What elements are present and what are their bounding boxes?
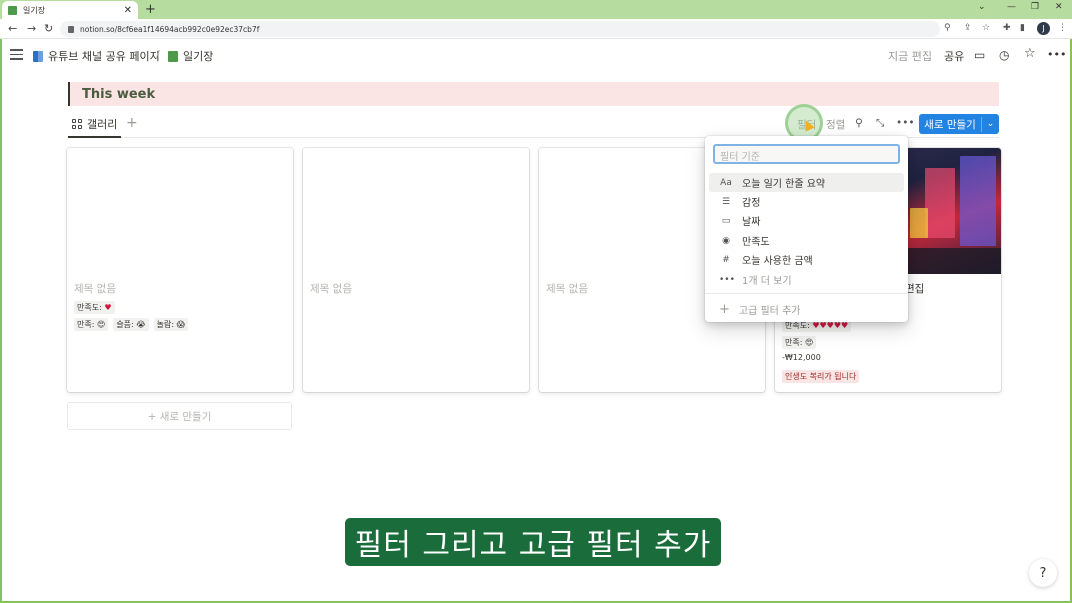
back-icon[interactable]: ← <box>8 22 17 35</box>
close-window-icon[interactable]: ✕ <box>1055 2 1063 12</box>
filter-option-label: 감정 <box>742 198 761 209</box>
lock-icon <box>68 25 74 33</box>
url-field[interactable]: notion.so/8cf6ea1f14694acb992c0e92ec37cb… <box>60 21 940 37</box>
filter-search-input[interactable]: 필터 기준 <box>713 144 900 164</box>
extensions-icon[interactable]: ✚ <box>1003 23 1011 33</box>
filter-option-satisfaction[interactable]: ◉ 만족도 <box>709 231 904 250</box>
card-summary: 인생도 복리가 됩니다 <box>782 370 860 383</box>
breadcrumb-item-diary[interactable]: 일기장 <box>168 48 213 64</box>
bookmark-star-icon[interactable]: ☆ <box>982 23 990 33</box>
satisfaction-tag: 만족도: ♥ <box>74 301 115 314</box>
notebook-icon <box>8 5 17 15</box>
close-icon[interactable]: ✕ <box>124 5 132 16</box>
more-icon: ••• <box>719 274 735 285</box>
new-card-button[interactable]: + 새로 만들기 <box>67 402 292 430</box>
callout-heading: This week <box>82 87 156 102</box>
card-emotions: 만족: 😍 슬픔: 😭 놀람: 😱 <box>74 318 188 331</box>
browser-tabstrip: 일기장 ✕ + ⌄ — ❐ ✕ <box>0 0 1072 19</box>
browser-tab[interactable]: 일기장 ✕ <box>2 1 138 19</box>
edit-now-label: 지금 편집 <box>888 50 932 63</box>
select-icon: ◉ <box>722 235 730 246</box>
browser-menu-icon[interactable]: ⋮ <box>1058 23 1067 33</box>
emotion-tag: 만족: 😍 <box>74 318 109 331</box>
reload-icon[interactable]: ↻ <box>44 22 53 35</box>
add-advanced-filter-button[interactable]: + 고급 필터 추가 <box>719 302 800 317</box>
forward-icon[interactable]: → <box>27 22 36 35</box>
breadcrumb-label: 일기장 <box>183 50 214 63</box>
breadcrumb-separator: / <box>156 48 160 61</box>
sidepanel-icon[interactable]: ▮ <box>1020 23 1025 33</box>
filter-option-label: 날짜 <box>742 217 761 228</box>
calendar-icon: ▭ <box>721 215 731 226</box>
card-emotions: 만족: 😍 <box>782 336 817 349</box>
text-property-icon: Aa <box>720 177 732 188</box>
sort-button[interactable]: 정렬 <box>826 117 845 132</box>
profile-avatar[interactable]: J <box>1037 22 1050 35</box>
filter-option-label: 1개 더 보기 <box>742 276 792 287</box>
heart-icon: ♥♥♥♥♥ <box>812 321 849 330</box>
url-text: notion.so/8cf6ea1f14694acb992c0e92ec37cb… <box>80 24 260 34</box>
chevron-down-icon[interactable]: ⌄ <box>982 119 999 129</box>
filter-option-label: 만족도 <box>742 237 770 248</box>
history-icon[interactable]: ◷ <box>999 48 1009 62</box>
zoom-icon[interactable]: ⚲ <box>944 23 951 33</box>
more-icon[interactable]: ••• <box>1047 48 1066 61</box>
breadcrumb-item-channel[interactable]: 유튜브 채널 공유 페이지 <box>33 48 160 64</box>
new-button[interactable]: 새로 만들기 ⌄ <box>919 114 999 134</box>
add-view-button[interactable]: + <box>126 115 138 131</box>
filter-option-label: 오늘 일기 한줄 요약 <box>742 179 826 190</box>
emotion-tag: 놀람: 😱 <box>153 318 188 331</box>
list-icon: ☰ <box>721 196 731 207</box>
database-view-bar: 갤러리 + 필터 정렬 ⚲ ⤡ ••• 새로 만들기 ⌄ <box>68 112 999 138</box>
video-subtitle: 필터 그리고 고급 필터 추가 <box>345 518 721 566</box>
share-page-icon[interactable]: ⇪ <box>964 23 972 33</box>
view-more-button[interactable]: ••• <box>896 117 915 129</box>
expand-icon[interactable]: ⤡ <box>876 117 884 130</box>
favorite-star-icon[interactable]: ☆ <box>1024 46 1036 61</box>
emotion-tag: 만족: 😍 <box>782 336 817 349</box>
callout-block: This week <box>68 82 999 106</box>
gallery-icon <box>72 119 82 129</box>
filter-option-label: 오늘 사용한 금액 <box>742 256 813 267</box>
card-title: 제목 없음 <box>310 283 352 295</box>
advanced-filter-label: 고급 필터 추가 <box>738 306 801 317</box>
minimize-icon[interactable]: — <box>1007 2 1016 12</box>
page-icon <box>33 50 43 62</box>
number-icon: # <box>722 254 730 265</box>
filter-option-more[interactable]: ••• 1개 더 보기 <box>709 270 904 289</box>
share-button[interactable]: 공유 <box>944 48 964 64</box>
filter-option-emotion[interactable]: ☰ 감정 <box>709 192 904 211</box>
comment-icon[interactable]: ▭ <box>974 48 985 62</box>
tab-gallery[interactable]: 갤러리 <box>68 112 122 138</box>
help-button[interactable]: ? <box>1029 559 1057 587</box>
heart-icon: ♥ <box>104 303 112 312</box>
emotion-tag: 슬픔: 😭 <box>113 318 149 331</box>
breadcrumb-label: 유튜브 채널 공유 페이지 <box>48 50 160 63</box>
card-satisfaction: 만족도: ♥ <box>74 301 115 314</box>
address-bar: ← → ↻ notion.so/8cf6ea1f14694acb992c0e92… <box>0 19 1072 39</box>
browser-tab-title: 일기장 <box>23 5 46 15</box>
card-amount: -₩12,000 <box>782 353 821 362</box>
new-button-label: 새로 만들기 <box>919 116 982 132</box>
gallery-card[interactable]: 제목 없음 <box>303 148 529 392</box>
filter-option-amount[interactable]: # 오늘 사용한 금액 <box>709 250 904 269</box>
summary-tag: 인생도 복리가 됩니다 <box>782 370 860 383</box>
new-tab-button[interactable]: + <box>145 2 156 17</box>
gallery-card[interactable]: 제목 없음 만족도: ♥ 만족: 😍 슬픔: 😭 놀람: 😱 <box>67 148 293 392</box>
divider <box>705 293 908 294</box>
notebook-icon <box>168 50 178 62</box>
search-icon[interactable]: ⚲ <box>855 117 863 129</box>
filter-option-date[interactable]: ▭ 날짜 <box>709 211 904 230</box>
notion-topbar: 유튜브 채널 공유 페이지 / 일기장 지금 편집 공유 ▭ ◷ ☆ ••• <box>0 40 1072 72</box>
filter-dropdown: 필터 기준 Aa 오늘 일기 한줄 요약 ☰ 감정 ▭ 날짜 ◉ 만족도 # 오… <box>705 136 908 322</box>
chevron-down-icon[interactable]: ⌄ <box>978 2 986 12</box>
filter-option-summary[interactable]: Aa 오늘 일기 한줄 요약 <box>709 173 904 192</box>
tab-gallery-label: 갤러리 <box>87 118 118 131</box>
menu-icon[interactable] <box>10 49 23 60</box>
card-title: 제목 없음 <box>546 283 588 295</box>
card-title: 제목 없음 <box>74 283 116 295</box>
plus-icon: + <box>719 302 730 317</box>
restore-icon[interactable]: ❐ <box>1031 2 1039 12</box>
